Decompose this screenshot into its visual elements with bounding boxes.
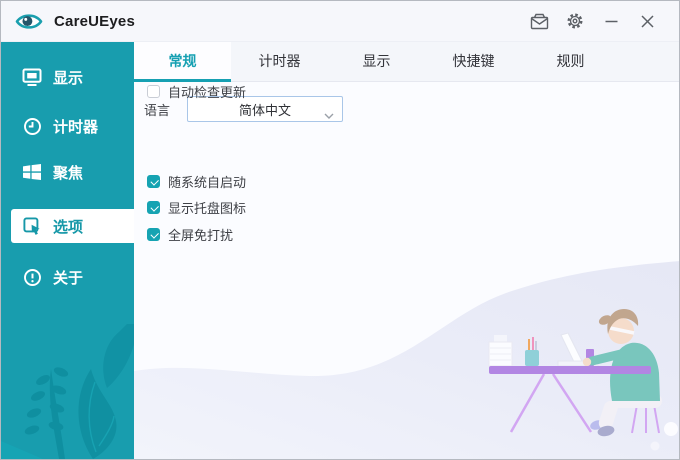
sidebar-item-label: 关于 bbox=[53, 267, 83, 288]
app-title: CareUEyes bbox=[54, 13, 135, 30]
checkbox-label: 自动检查更新 bbox=[168, 82, 246, 101]
main-content: 常规 计时器 显示 快捷键 规则 bbox=[134, 42, 679, 459]
sidebar: 显示 计时器 bbox=[1, 42, 134, 459]
sidebar-item-label: 显示 bbox=[53, 67, 83, 88]
checkbox-box[interactable] bbox=[147, 201, 160, 214]
checkbox-label: 显示托盘图标 bbox=[168, 198, 246, 217]
close-icon[interactable] bbox=[629, 7, 665, 35]
timer-icon bbox=[22, 116, 42, 136]
checkbox-box[interactable] bbox=[147, 85, 160, 98]
about-icon bbox=[22, 267, 42, 287]
sidebar-item-display[interactable]: 显示 bbox=[1, 60, 134, 94]
checkbox-label: 随系统自启动 bbox=[168, 172, 246, 191]
sidebar-item-timer[interactable]: 计时器 bbox=[1, 109, 134, 143]
general-panel: 语言 简体中文 自动检查更新 bbox=[134, 82, 679, 459]
checkbox-auto-start[interactable]: 随系统自启动 bbox=[147, 172, 246, 190]
tab-rules[interactable]: 规则 bbox=[522, 42, 619, 81]
sidebar-item-options[interactable]: 选项 bbox=[11, 209, 134, 243]
settings-tabs: 常规 计时器 显示 快捷键 规则 bbox=[134, 42, 679, 82]
checkbox-auto-update[interactable]: 自动检查更新 bbox=[147, 82, 246, 100]
settings-icon[interactable] bbox=[557, 7, 593, 35]
tab-display[interactable]: 显示 bbox=[328, 42, 425, 81]
display-icon bbox=[22, 67, 42, 87]
app-body: 显示 计时器 bbox=[1, 42, 679, 459]
language-label: 语言 bbox=[144, 100, 170, 119]
minimize-icon[interactable] bbox=[593, 7, 629, 35]
sidebar-item-about[interactable]: 关于 bbox=[1, 260, 134, 294]
tab-hotkeys[interactable]: 快捷键 bbox=[425, 42, 522, 81]
options-icon bbox=[22, 216, 42, 236]
checkbox-fullscreen-dnd[interactable]: 全屏免打扰 bbox=[147, 225, 233, 243]
careueyes-window: CareUEyes bbox=[0, 0, 680, 460]
focus-icon bbox=[22, 162, 42, 182]
mail-icon[interactable] bbox=[521, 7, 557, 35]
checkbox-box[interactable] bbox=[147, 175, 160, 188]
checkbox-tray-icon[interactable]: 显示托盘图标 bbox=[147, 198, 246, 216]
window-controls bbox=[521, 7, 665, 35]
sidebar-item-label: 计时器 bbox=[53, 116, 98, 137]
tab-general[interactable]: 常规 bbox=[134, 42, 231, 81]
leaf-decoration bbox=[1, 324, 134, 459]
checkbox-label: 全屏免打扰 bbox=[168, 225, 233, 244]
titlebar: CareUEyes bbox=[1, 1, 679, 42]
checkbox-box[interactable] bbox=[147, 228, 160, 241]
language-value: 简体中文 bbox=[239, 100, 291, 119]
careueyes-eye-logo-icon bbox=[15, 10, 45, 32]
sidebar-item-label: 聚焦 bbox=[53, 162, 83, 183]
tab-timer[interactable]: 计时器 bbox=[231, 42, 328, 81]
chevron-down-icon bbox=[324, 107, 334, 122]
sidebar-item-focus[interactable]: 聚焦 bbox=[1, 155, 134, 189]
sidebar-item-label: 选项 bbox=[53, 216, 83, 237]
